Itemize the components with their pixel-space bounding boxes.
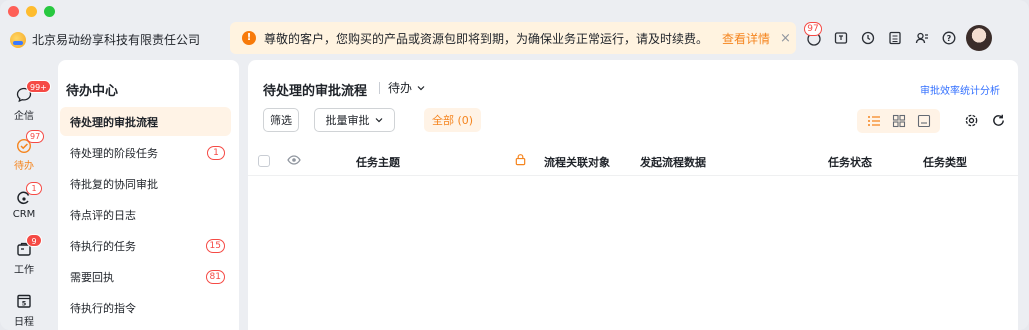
todo-center-sidebar: 待办中心 待处理的审批流程 待处理的阶段任务 1 待批复的协同审批 待点评的日志… (58, 60, 239, 330)
grid-view-icon[interactable] (890, 112, 908, 130)
document-icon (888, 31, 901, 45)
sidebar-item-label: 待处理的审批流程 (70, 115, 158, 129)
rail-item-work[interactable]: 9 工作 (0, 234, 48, 284)
rail-label-calendar: 日程 (14, 317, 34, 328)
chevron-down-icon (375, 118, 382, 123)
svg-text:5: 5 (22, 299, 27, 307)
column-header-related-object[interactable]: 流程关联对象 (544, 154, 610, 170)
sidebar-title: 待办中心 (66, 84, 119, 99)
rail-item-crm[interactable]: 1 CRM (0, 182, 48, 232)
notice-details-link[interactable]: 查看详情 (722, 30, 770, 47)
window-controls (8, 6, 55, 17)
notice-close-icon[interactable]: × (780, 31, 791, 46)
warning-icon: ! (242, 31, 256, 45)
crm-icon: 1 (15, 182, 42, 206)
sidebar-item-label: 待执行的指令 (70, 301, 136, 315)
tab-all[interactable]: 全部 (0) (424, 108, 481, 132)
sidebar-item-logs-to-review[interactable]: 待点评的日志 (60, 200, 231, 229)
rail-label-crm: CRM (12, 209, 36, 220)
refresh-icon[interactable] (990, 112, 1006, 128)
minimize-window-button[interactable] (26, 6, 37, 17)
notifications-badge: 97 (804, 22, 822, 36)
sidebar-item-instructions[interactable]: 待执行的指令 (60, 293, 231, 322)
close-window-button[interactable] (8, 6, 19, 17)
sidebar-item-stage-tasks[interactable]: 待处理的阶段任务 1 (60, 138, 231, 167)
help-button[interactable]: ? (935, 24, 962, 52)
column-header-flow-data[interactable]: 发起流程数据 (640, 154, 706, 170)
svg-text:?: ? (946, 34, 951, 43)
main-panel: 待处理的审批流程 待办 审批效率统计分析 筛选 批量审批 全部 (0) 任务主题… (248, 60, 1018, 330)
user-avatar[interactable] (966, 25, 992, 51)
sidebar-item-receipts[interactable]: 需要回执 81 (60, 262, 231, 291)
rail-item-todo[interactable]: 97 待办 (0, 130, 48, 180)
view-dropdown[interactable]: 待办 (379, 79, 426, 96)
select-all-checkbox[interactable] (258, 155, 270, 167)
history-button[interactable] (854, 24, 881, 52)
rail-label-messages: 企信 (14, 111, 34, 122)
expiry-notice: ! 尊敬的客户，您购买的产品或资源包即将到期，为确保业务正常运行，请及时续费。 … (230, 22, 796, 54)
todo-check-icon: 97 (15, 130, 45, 154)
work-icon: 9 (15, 234, 42, 258)
chat-icon: 99+ (15, 80, 51, 104)
app-window: 北京易动纷享科技有限责任公司 ! 尊敬的客户，您购买的产品或资源包即将到期，为确… (0, 0, 1029, 330)
document-button[interactable] (881, 24, 908, 52)
sidebar-item-pending-approvals[interactable]: 待处理的审批流程 (60, 107, 231, 136)
batch-approve-label: 批量审批 (325, 114, 370, 127)
maximize-window-button[interactable] (44, 6, 55, 17)
sidebar-item-label: 待处理的阶段任务 (70, 146, 158, 160)
lock-icon (514, 153, 527, 169)
card-view-icon[interactable] (915, 112, 933, 130)
settings-icon[interactable] (963, 112, 979, 128)
count-badge: 15 (205, 238, 225, 253)
filter-button-label: 筛选 (270, 114, 292, 127)
rail-badge-messages: 99+ (26, 80, 51, 93)
sidebar-item-label: 需要回执 (70, 270, 114, 284)
rail-label-todo: 待办 (14, 161, 34, 172)
column-header-status[interactable]: 任务状态 (828, 154, 872, 170)
view-mode-toggle (857, 109, 940, 133)
notifications-button[interactable]: 97 (800, 22, 827, 52)
rail-badge-work: 9 (26, 234, 42, 247)
top-toolbar: 97 ? (800, 22, 992, 52)
company-name: 北京易动纷享科技有限责任公司 (32, 33, 201, 47)
notice-text: 尊敬的客户，您购买的产品或资源包即将到期，为确保业务正常运行，请及时续费。 (264, 31, 709, 46)
rail-item-messages[interactable]: 99+ 企信 (0, 80, 51, 130)
rail-badge-crm: 1 (26, 182, 42, 195)
sidebar-item-tasks-to-execute[interactable]: 待执行的任务 15 (60, 231, 231, 260)
sidebar-item-label: 待批复的协同审批 (70, 177, 158, 191)
list-view-icon[interactable] (865, 112, 883, 130)
rail-badge-todo: 97 (26, 130, 45, 143)
chevron-down-icon (417, 85, 425, 90)
contacts-button[interactable] (908, 24, 935, 52)
rail-label-work: 工作 (14, 265, 34, 276)
sidebar-item-label: 待点评的日志 (70, 208, 136, 222)
company-switcher[interactable]: 北京易动纷享科技有限责任公司 (10, 31, 200, 48)
rail-item-calendar[interactable]: 5 日程 (0, 286, 48, 330)
view-dropdown-value: 待办 (388, 81, 413, 95)
app-rail: 99+ 企信 97 待办 1 CRM 9 工作 5 日程 (0, 60, 51, 330)
sidebar-item-label: 待执行的任务 (70, 239, 136, 253)
company-logo-icon (10, 31, 26, 48)
clock-icon (861, 31, 874, 45)
column-header-subject[interactable]: 任务主题 (356, 154, 400, 170)
batch-approve-button[interactable]: 批量审批 (314, 108, 395, 132)
user-list-icon (915, 32, 928, 44)
page-title: 待处理的审批流程 (263, 84, 368, 99)
sidebar-item-collab-approvals[interactable]: 待批复的协同审批 (60, 169, 231, 198)
eye-icon[interactable] (287, 153, 301, 170)
approval-stats-link[interactable]: 审批效率统计分析 (920, 82, 1000, 97)
app-center-button[interactable] (827, 24, 854, 52)
table-header: 任务主题 流程关联对象 发起流程数据 任务状态 任务类型 (248, 146, 1018, 176)
count-badge: 1 (207, 145, 225, 160)
box-icon (834, 32, 847, 44)
column-header-type[interactable]: 任务类型 (923, 154, 967, 170)
top-bar: 北京易动纷享科技有限责任公司 ! 尊敬的客户，您购买的产品或资源包即将到期，为确… (0, 20, 1029, 58)
calendar-icon: 5 (15, 292, 33, 310)
help-icon: ? (942, 31, 955, 45)
filter-button[interactable]: 筛选 (263, 108, 299, 132)
count-badge: 81 (205, 269, 225, 284)
